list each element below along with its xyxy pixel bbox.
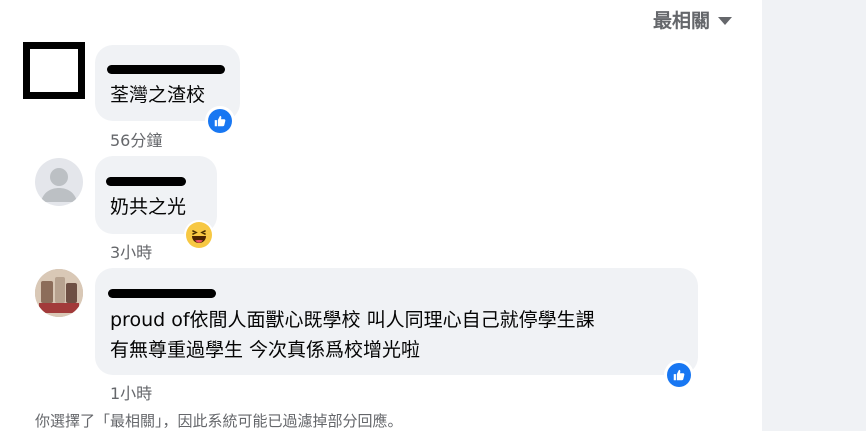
reaction-badge[interactable] xyxy=(207,108,233,134)
comment-time[interactable]: 56分鐘 xyxy=(110,127,162,151)
author-name[interactable] xyxy=(107,65,225,74)
like-icon xyxy=(667,363,691,387)
caret-down-icon xyxy=(718,17,732,25)
like-icon xyxy=(208,109,232,133)
sort-dropdown[interactable]: 最相關 xyxy=(653,6,732,33)
avatar[interactable] xyxy=(35,158,83,206)
profile-photo-icon xyxy=(35,269,83,317)
default-avatar-icon xyxy=(41,168,77,202)
sort-label: 最相關 xyxy=(652,10,710,32)
comment-text-line-1: proud of依間人面獸心既學校 叫人同理心自己就停學生課 xyxy=(110,309,595,331)
reaction-badge[interactable] xyxy=(186,222,212,248)
comment-text: 奶共之光 xyxy=(110,196,187,218)
comment-time[interactable]: 1小時 xyxy=(110,380,152,404)
avatar[interactable] xyxy=(35,269,83,317)
reaction-badge[interactable] xyxy=(666,362,692,388)
side-background xyxy=(762,0,866,431)
avatar[interactable] xyxy=(23,42,85,99)
comment-text: 荃灣之渣校 xyxy=(110,84,206,106)
haha-icon xyxy=(186,222,212,248)
comment-bubble: proud of依間人面獸心既學校 叫人同理心自己就停學生課 有無尊重過學生 今… xyxy=(95,268,698,375)
author-name[interactable] xyxy=(108,289,216,298)
comment-time[interactable]: 3小時 xyxy=(110,239,152,263)
author-name[interactable] xyxy=(106,177,186,186)
filter-notice: 你選擇了「最相關」，因此系統可能已過濾掉部分回應。 xyxy=(35,412,403,430)
comment-text-line-2: 有無尊重過學生 今次真係爲校增光啦 xyxy=(110,339,421,361)
